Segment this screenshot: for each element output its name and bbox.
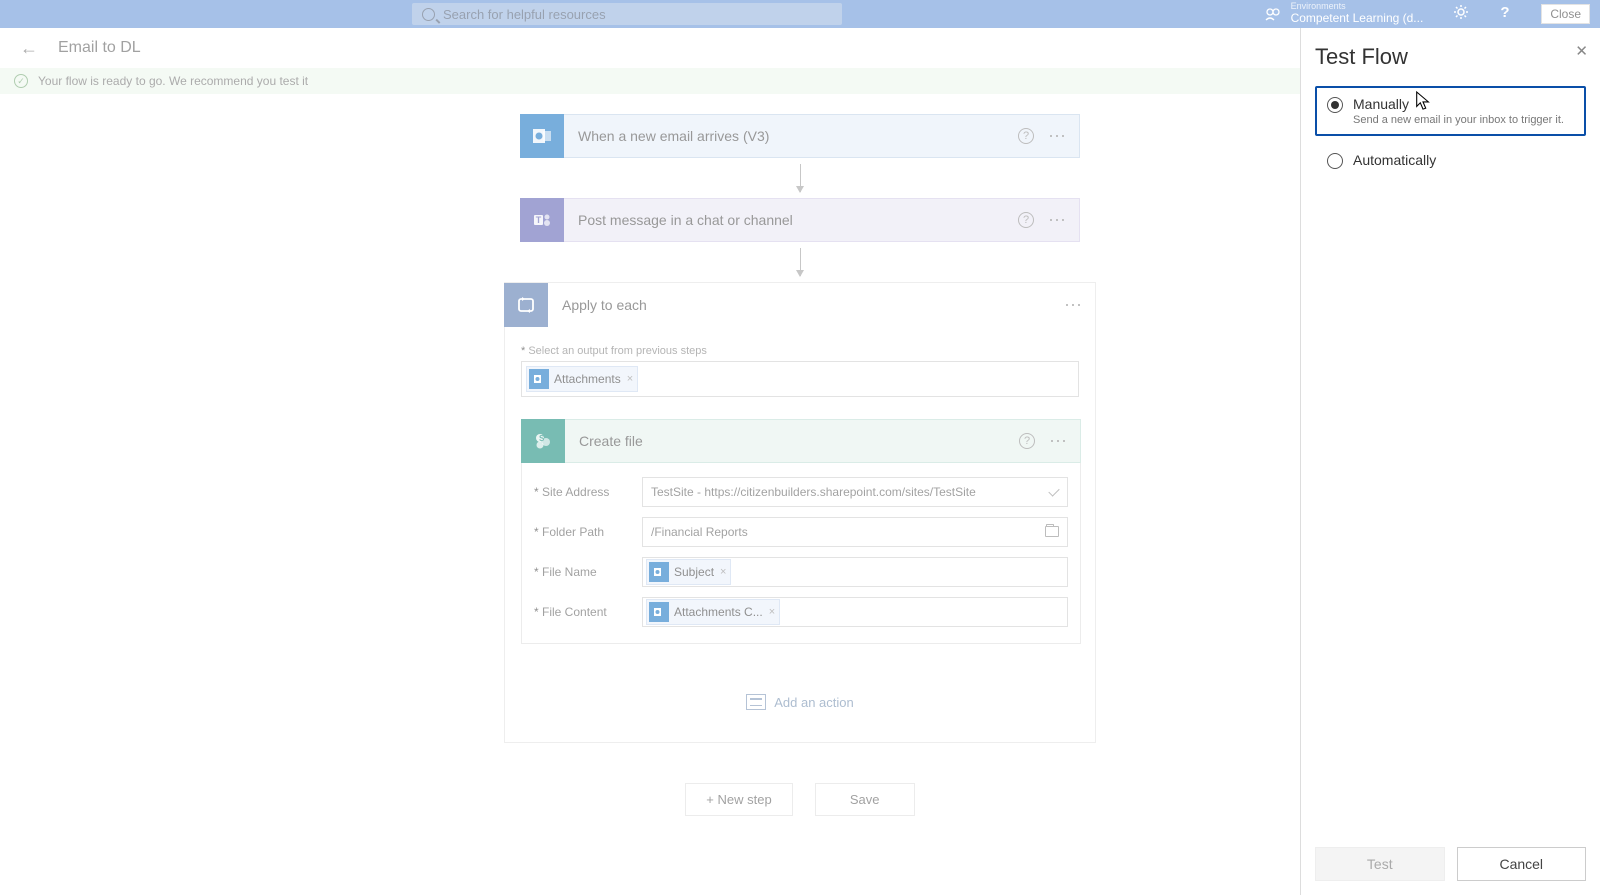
svg-text:T: T <box>536 215 542 225</box>
remove-token-icon[interactable]: × <box>720 566 726 578</box>
trigger-title: When a new email arrives (V3) <box>564 128 1018 144</box>
create-file-card: S Create file ? ⋯ Site Address TestSite … <box>521 419 1081 644</box>
apply-to-each-header[interactable]: Apply to each ⋯ <box>505 283 1095 327</box>
radio-automatically[interactable]: Automatically <box>1315 142 1586 179</box>
close-icon[interactable]: ✕ <box>1575 42 1588 60</box>
back-arrow-icon[interactable]: ← <box>20 38 38 59</box>
file-name-input[interactable]: Subject × <box>642 557 1068 587</box>
header-right: Environments Competent Learning (d... ? … <box>1265 0 1590 28</box>
outlook-token-icon <box>649 562 669 582</box>
chevron-down-icon <box>1048 485 1059 496</box>
file-name-label: File Name <box>534 565 642 579</box>
teams-icon: T <box>520 198 564 242</box>
app-header: Search for helpful resources Environment… <box>0 0 1600 28</box>
remove-token-icon[interactable]: × <box>769 606 775 618</box>
apply-field-label: * Select an output from previous steps <box>521 345 1079 357</box>
file-content-input[interactable]: Attachments C... × <box>642 597 1068 627</box>
cancel-button[interactable]: Cancel <box>1457 847 1587 881</box>
outlook-icon <box>520 114 564 158</box>
arrow-down-icon <box>800 164 801 192</box>
folder-picker-icon[interactable] <box>1045 526 1059 537</box>
test-button[interactable]: Test <box>1315 847 1445 881</box>
more-icon[interactable]: ⋯ <box>1048 210 1067 231</box>
apply-to-each-container: Apply to each ⋯ * Select an output from … <box>504 282 1096 743</box>
outlook-token-icon <box>529 369 549 389</box>
page-title: Email to DL <box>58 39 141 57</box>
more-icon[interactable]: ⋯ <box>1048 126 1067 147</box>
create-file-header[interactable]: S Create file ? ⋯ <box>521 419 1081 463</box>
environment-picker[interactable]: Environments Competent Learning (d... <box>1291 2 1424 25</box>
close-tooltip: Close <box>1541 4 1590 24</box>
file-content-label: File Content <box>534 605 642 619</box>
search-icon <box>422 8 435 21</box>
search-placeholder: Search for helpful resources <box>443 7 606 22</box>
svg-text:S: S <box>539 434 545 443</box>
more-icon[interactable]: ⋯ <box>1049 431 1068 452</box>
test-flow-panel: ✕ Test Flow Manually Send a new email in… <box>1300 28 1600 895</box>
check-circle-icon: ✓ <box>14 74 28 88</box>
environment-icon <box>1265 6 1281 22</box>
help-icon[interactable]: ? <box>1018 212 1034 228</box>
new-step-button[interactable]: + New step <box>685 783 792 816</box>
add-action-button[interactable]: Add an action <box>521 694 1079 710</box>
subject-token[interactable]: Subject × <box>646 559 731 585</box>
svg-text:?: ? <box>1501 4 1510 20</box>
radio-icon <box>1327 153 1343 169</box>
create-file-title: Create file <box>565 433 1019 449</box>
attachments-content-token[interactable]: Attachments C... × <box>646 599 780 625</box>
radio-manually[interactable]: Manually Send a new email in your inbox … <box>1315 86 1586 136</box>
arrow-down-icon <box>800 248 801 276</box>
trigger-card[interactable]: When a new email arrives (V3) ? ⋯ <box>520 114 1080 158</box>
folder-path-input[interactable]: /Financial Reports <box>642 517 1068 547</box>
notification-text: Your flow is ready to go. We recommend y… <box>38 74 308 88</box>
search-input[interactable]: Search for helpful resources <box>412 3 842 25</box>
help-icon[interactable]: ? <box>1018 128 1034 144</box>
folder-path-label: Folder Path <box>534 525 642 539</box>
sharepoint-icon: S <box>521 419 565 463</box>
help-icon[interactable]: ? <box>1019 433 1035 449</box>
apply-title: Apply to each <box>548 297 1064 313</box>
site-address-label: Site Address <box>534 485 642 499</box>
site-address-select[interactable]: TestSite - https://citizenbuilders.share… <box>642 477 1068 507</box>
more-icon[interactable]: ⋯ <box>1064 295 1083 316</box>
apply-output-input[interactable]: Attachments × <box>521 361 1079 397</box>
gear-icon[interactable] <box>1453 4 1469 24</box>
outlook-token-icon <box>649 602 669 622</box>
help-icon[interactable]: ? <box>1497 4 1513 24</box>
create-file-body: Site Address TestSite - https://citizenb… <box>521 463 1081 644</box>
save-button[interactable]: Save <box>815 783 915 816</box>
add-action-icon <box>746 694 766 710</box>
teams-action-card[interactable]: T Post message in a chat or channel ? ⋯ <box>520 198 1080 242</box>
panel-footer: Test Cancel <box>1315 847 1586 881</box>
radio-icon <box>1327 97 1343 113</box>
loop-icon <box>504 283 548 327</box>
attachments-token[interactable]: Attachments × <box>526 366 638 392</box>
panel-title: Test Flow <box>1315 44 1586 70</box>
remove-token-icon[interactable]: × <box>627 373 633 385</box>
teams-title: Post message in a chat or channel <box>564 212 1018 228</box>
